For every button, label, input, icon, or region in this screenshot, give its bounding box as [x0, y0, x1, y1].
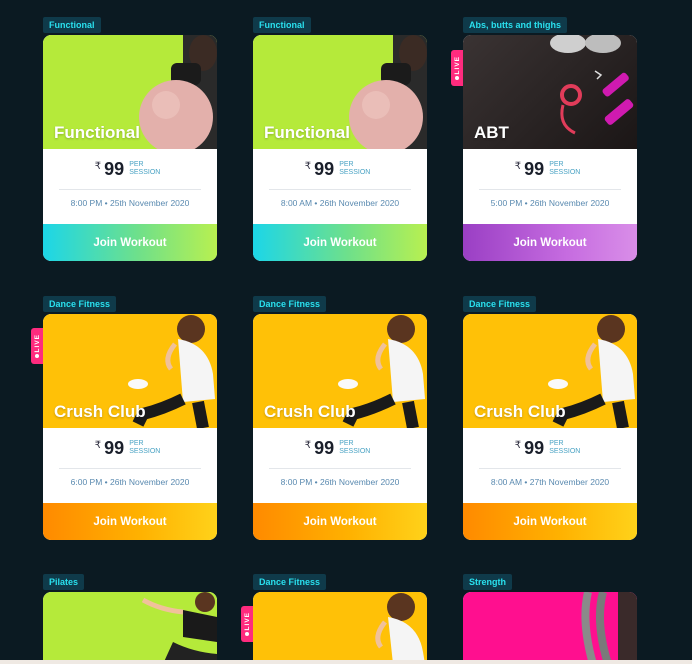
- workout-image: [253, 592, 427, 664]
- workout-image: Crush Club: [43, 314, 217, 428]
- live-label: LIVE: [243, 611, 251, 631]
- workout-image: Crush Club: [463, 314, 637, 428]
- per-session-label: PER SESSION: [339, 440, 371, 455]
- pilates-woman-illustration: [141, 592, 217, 664]
- workout-title: Crush Club: [474, 402, 566, 421]
- per-session-label: PER SESSION: [549, 440, 581, 455]
- per-session-label: PER SESSION: [129, 161, 161, 176]
- workout-card[interactable]: Strength: [463, 574, 637, 664]
- category-tag: Functional: [253, 17, 311, 33]
- price: 99: [524, 158, 545, 179]
- category-tag: Pilates: [43, 574, 85, 590]
- workout-image: Functional: [43, 35, 217, 149]
- currency-symbol: ₹: [304, 439, 312, 451]
- live-dot-icon: [455, 76, 459, 81]
- currency-symbol: ₹: [514, 439, 522, 451]
- currency-symbol: ₹: [94, 439, 102, 451]
- workout-card[interactable]: Pilates: [43, 574, 217, 664]
- session-time: 8:00 AM • 27th November 2020: [490, 477, 610, 487]
- workout-card[interactable]: Functional Functional ₹ 99 PER SESSION 8…: [43, 17, 217, 261]
- live-label: LIVE: [33, 333, 41, 353]
- workout-image: ABT: [463, 35, 637, 149]
- workout-title: Functional: [264, 123, 350, 142]
- workout-title: Crush Club: [264, 402, 356, 421]
- live-dot-icon: [245, 632, 249, 637]
- price-row: ₹ 99 PER SESSION: [463, 428, 637, 468]
- workout-card[interactable]: Dance Fitness Crush Club ₹ 99 PER SESSIO…: [253, 296, 427, 540]
- category-tag: Functional: [43, 17, 101, 33]
- workout-card[interactable]: Dance Fitness LIVE Crush Club ₹ 99 PER S…: [31, 296, 217, 540]
- price: 99: [314, 437, 335, 458]
- category-tag: Dance Fitness: [43, 296, 117, 312]
- currency-symbol: ₹: [94, 160, 102, 172]
- price: 99: [314, 158, 335, 179]
- price-row: ₹ 99 PER SESSION: [43, 428, 217, 468]
- join-workout-button[interactable]: Join Workout: [463, 224, 637, 261]
- price-row: ₹ 99 PER SESSION: [253, 428, 427, 468]
- session-time: 8:00 PM • 26th November 2020: [280, 477, 400, 487]
- battle-ropes-illustration: [581, 592, 637, 664]
- workout-card[interactable]: Abs, butts and thighs LIVE ABT ₹ 99 PER …: [451, 17, 637, 261]
- price: 99: [524, 437, 545, 458]
- price-row: ₹ 99 PER SESSION: [463, 149, 637, 189]
- price-row: ₹ 99 PER SESSION: [43, 149, 217, 189]
- category-tag: Dance Fitness: [463, 296, 537, 312]
- workout-image: [43, 592, 217, 664]
- workout-image: Crush Club: [253, 314, 427, 428]
- workout-title: ABT: [474, 123, 509, 142]
- session-time: 8:00 AM • 26th November 2020: [280, 198, 400, 208]
- join-workout-button[interactable]: Join Workout: [43, 224, 217, 261]
- join-workout-button[interactable]: Join Workout: [43, 503, 217, 540]
- workout-card[interactable]: Functional Functional ₹ 99 PER SESSION 8…: [253, 17, 427, 261]
- price: 99: [104, 437, 125, 458]
- dancer-illustration: [375, 593, 425, 664]
- live-badge: LIVE: [241, 606, 253, 642]
- session-time: 6:00 PM • 26th November 2020: [70, 477, 190, 487]
- workout-image: Functional: [253, 35, 427, 149]
- join-workout-button[interactable]: Join Workout: [253, 224, 427, 261]
- page-bottom-edge: [0, 660, 692, 664]
- currency-symbol: ₹: [304, 160, 312, 172]
- live-badge: LIVE: [31, 328, 43, 364]
- session-time: 5:00 PM • 26th November 2020: [490, 198, 610, 208]
- category-tag: Abs, butts and thighs: [463, 17, 567, 33]
- price-row: ₹ 99 PER SESSION: [253, 149, 427, 189]
- live-label: LIVE: [453, 55, 461, 75]
- workout-title: Crush Club: [54, 402, 146, 421]
- category-tag: Strength: [463, 574, 512, 590]
- per-session-label: PER SESSION: [339, 161, 371, 176]
- live-dot-icon: [35, 354, 39, 359]
- per-session-label: PER SESSION: [549, 161, 581, 176]
- workout-card[interactable]: Dance Fitness LIVE: [241, 574, 427, 664]
- session-time: 8:00 PM • 25th November 2020: [70, 198, 190, 208]
- per-session-label: PER SESSION: [129, 440, 161, 455]
- workout-card[interactable]: Dance Fitness Crush Club ₹ 99 PER SESSIO…: [463, 296, 637, 540]
- category-tag: Dance Fitness: [253, 296, 327, 312]
- category-tag: Dance Fitness: [253, 574, 327, 590]
- price: 99: [104, 158, 125, 179]
- workout-image: [463, 592, 637, 664]
- currency-symbol: ₹: [514, 160, 522, 172]
- workout-title: Functional: [54, 123, 140, 142]
- live-badge: LIVE: [451, 50, 463, 86]
- join-workout-button[interactable]: Join Workout: [253, 503, 427, 540]
- join-workout-button[interactable]: Join Workout: [463, 503, 637, 540]
